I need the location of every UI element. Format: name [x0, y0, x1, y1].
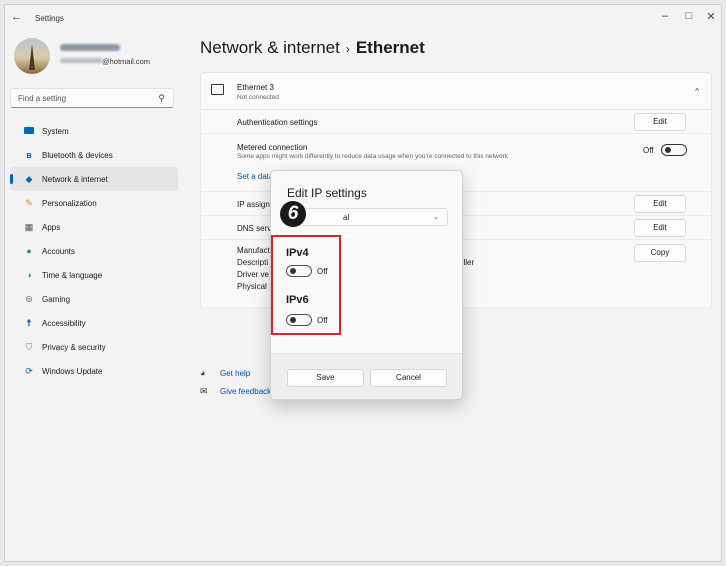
email-redacted — [60, 58, 102, 63]
globe-icon: ◑ — [26, 270, 32, 280]
sidebar-item-label: Personalization — [42, 199, 97, 208]
feedback-icon: ✉ — [200, 386, 208, 396]
gamepad-icon: ⊜ — [25, 294, 33, 304]
help-icon: ◕ — [200, 368, 206, 378]
description-label: Descripti — [237, 258, 269, 267]
adapter-name: Ethernet 3 — [237, 83, 274, 92]
sidebar-item-label: Accounts — [42, 247, 75, 256]
sidebar-nav: System ʙ Bluetooth & devices ◆ Network & i… — [10, 119, 178, 383]
dns-label: DNS serv — [237, 224, 272, 233]
auth-edit-button[interactable]: Edit — [634, 113, 686, 131]
ip-mode-dropdown[interactable]: al ⌄ — [287, 208, 448, 226]
breadcrumb-parent[interactable]: Network & internet — [200, 38, 340, 57]
search-placeholder: Find a setting — [18, 94, 67, 103]
dialog-footer: Save Cancel — [271, 353, 462, 399]
title-bar: ← Settings – □ ✕ — [5, 5, 721, 33]
sidebar-item-windows-update[interactable]: ⟳ Windows Update — [10, 359, 178, 383]
sidebar-item-label: Privacy & security — [42, 343, 106, 352]
set-data-limit-link[interactable]: Set a data — [237, 172, 273, 181]
monitor-icon — [24, 127, 34, 134]
update-icon: ⟳ — [25, 366, 33, 376]
manufacturer-label: Manufact — [237, 246, 270, 255]
give-feedback-label: Give feedback — [220, 387, 272, 396]
search-icon[interactable]: ⚲ — [158, 93, 165, 104]
search-input[interactable]: Find a setting ⚲ — [10, 88, 174, 108]
auth-settings-row: Authentication settings Edit — [200, 110, 712, 134]
minimize-button[interactable]: – — [653, 10, 677, 22]
get-help-label: Get help — [220, 369, 251, 378]
avatar[interactable] — [14, 38, 50, 74]
ip-assignment-label: IP assign — [237, 200, 270, 209]
metered-label: Metered connection — [237, 143, 308, 152]
close-button[interactable]: ✕ — [699, 10, 721, 23]
auth-label: Authentication settings — [237, 118, 318, 127]
copy-button[interactable]: Copy — [634, 244, 686, 262]
sidebar-item-privacy[interactable]: ⛉ Privacy & security — [10, 335, 178, 359]
breadcrumb-current: Ethernet — [355, 38, 425, 57]
bluetooth-icon: ʙ — [26, 150, 32, 160]
sidebar-item-apps[interactable]: ▦ Apps — [10, 215, 178, 239]
sidebar-item-accessibility[interactable]: ☨ Accessibility — [10, 311, 178, 335]
highlight-box — [271, 235, 341, 335]
ethernet-monitor-icon — [211, 84, 224, 95]
cancel-button[interactable]: Cancel — [370, 369, 447, 387]
shield-icon: ⛉ — [25, 342, 33, 352]
user-name-redacted — [60, 44, 120, 51]
app-title: Settings — [35, 14, 64, 23]
back-arrow-icon[interactable]: ← — [11, 11, 22, 23]
sidebar-item-label: Bluetooth & devices — [42, 151, 113, 160]
sidebar-item-label: System — [42, 127, 69, 136]
breadcrumb-separator: › — [345, 42, 350, 56]
save-button[interactable]: Save — [287, 369, 364, 387]
active-indicator — [10, 174, 13, 184]
chevron-down-icon: ⌄ — [433, 214, 439, 221]
sidebar-item-label: Time & language — [42, 271, 103, 280]
metered-description: Some apps might work differently to redu… — [237, 153, 509, 160]
adapter-status: Not connected — [237, 94, 279, 101]
accessibility-icon: ☨ — [26, 318, 32, 328]
brush-icon: ✎ — [25, 198, 33, 208]
sidebar-item-accounts[interactable]: ● Accounts — [10, 239, 178, 263]
metered-toggle[interactable] — [661, 144, 687, 156]
user-email: @hotmail.com — [102, 57, 151, 66]
dialog-title: Edit IP settings — [287, 186, 367, 200]
sidebar-item-label: Gaming — [42, 295, 71, 304]
sidebar-item-system[interactable]: System — [10, 119, 178, 143]
page-title: Network & internet › Ethernet — [200, 38, 425, 58]
sidebar-item-personalization[interactable]: ✎ Personalization — [10, 191, 178, 215]
person-icon: ● — [26, 246, 32, 256]
maximize-button[interactable]: □ — [677, 10, 701, 22]
wifi-icon: ◆ — [25, 174, 33, 184]
chevron-up-icon[interactable]: ^ — [695, 87, 699, 96]
sidebar-item-time-language[interactable]: ◑ Time & language — [10, 263, 178, 287]
sidebar-item-network[interactable]: ◆ Network & internet — [10, 167, 178, 191]
ethernet-header[interactable]: Ethernet 3 Not connected ^ — [200, 72, 712, 110]
eiffel-tower-icon — [29, 44, 35, 70]
sidebar-item-label: Accessibility — [42, 319, 86, 328]
sidebar-item-bluetooth[interactable]: ʙ Bluetooth & devices — [10, 143, 178, 167]
ip-mode-value: al — [343, 213, 350, 222]
apps-icon: ▦ — [24, 222, 34, 232]
step-number-badge: 6 — [280, 201, 306, 227]
sidebar-item-label: Apps — [42, 223, 61, 232]
sidebar-item-label: Network & internet — [42, 175, 108, 184]
sidebar-item-gaming[interactable]: ⊜ Gaming — [10, 287, 178, 311]
physical-address-label: Physical — [237, 282, 267, 291]
metered-state: Off — [643, 146, 654, 155]
sidebar-item-label: Windows Update — [42, 367, 103, 376]
ip-edit-button[interactable]: Edit — [634, 195, 686, 213]
dns-edit-button[interactable]: Edit — [634, 219, 686, 237]
driver-version-label: Driver ve — [237, 270, 270, 279]
